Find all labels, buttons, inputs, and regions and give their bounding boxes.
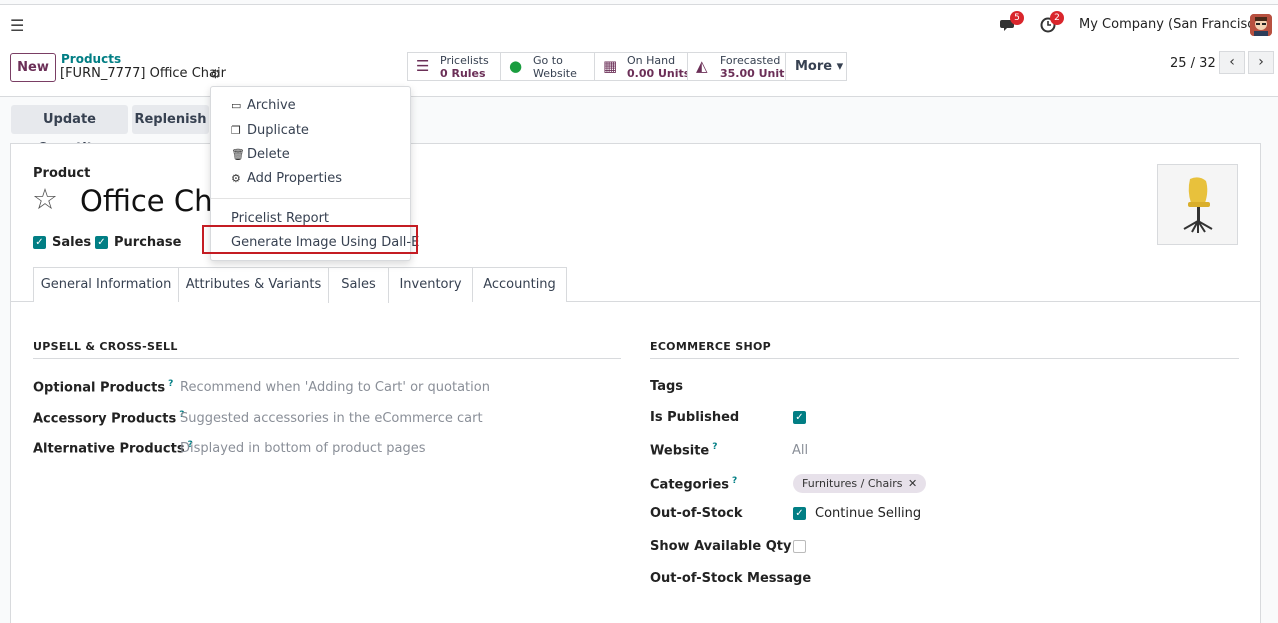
top-navbar: ☰ 5 2 My Company (San Francisco) <box>0 4 1278 44</box>
copy-icon: ❐ <box>231 124 241 137</box>
tab-sales[interactable]: Sales <box>328 267 389 303</box>
optional-products-input[interactable]: Recommend when 'Adding to Cart' or quota… <box>180 380 490 395</box>
update-quantity-button[interactable]: Update Quantity <box>11 105 128 156</box>
show-available-qty-checkbox[interactable] <box>793 540 806 553</box>
new-button[interactable]: New <box>10 53 56 82</box>
continue-selling-checkbox[interactable]: ✓ <box>793 507 806 520</box>
smart-button-label: Forecasted <box>720 54 781 67</box>
pager-next-button[interactable]: › <box>1248 51 1274 74</box>
tab-accounting[interactable]: Accounting <box>472 267 567 302</box>
accessory-products-label: Accessory Products? <box>33 410 185 427</box>
smart-button-label: On Hand <box>627 54 676 67</box>
user-avatar[interactable] <box>1250 14 1272 36</box>
smart-button-label: Pricelists <box>440 54 489 67</box>
menu-item-delete[interactable]: 🗑 Delete <box>231 147 290 162</box>
smart-button-label-2: Website <box>533 67 577 80</box>
product-label: Product <box>33 166 91 181</box>
list-icon: ☰ <box>416 57 430 75</box>
categories-label: Categories? <box>650 476 738 493</box>
favorite-star-icon[interactable]: ☆ <box>32 185 58 214</box>
purchase-checkbox-label: Purchase <box>114 235 182 250</box>
menu-item-pricelist-report[interactable]: Pricelist Report <box>231 211 329 226</box>
smart-button-pricelists[interactable]: ☰ Pricelists 0 Rules <box>407 52 501 81</box>
website-label: Website? <box>650 442 718 459</box>
sales-checkbox[interactable]: ✓ <box>33 236 46 249</box>
menu-item-duplicate[interactable]: ❐ Duplicate <box>231 123 309 138</box>
tab-inventory[interactable]: Inventory <box>388 267 473 302</box>
remove-tag-icon[interactable]: ✕ <box>908 477 917 490</box>
globe-icon: ● <box>509 57 523 75</box>
accessory-products-input[interactable]: Suggested accessories in the eCommerce c… <box>180 411 483 426</box>
archive-icon: ▭ <box>231 99 242 112</box>
more-dropdown-button[interactable]: More ▾ <box>785 52 847 81</box>
smart-button-value: 35.00 Units <box>720 67 791 80</box>
smart-button-label: Go to <box>533 54 563 67</box>
out-of-stock-message-label: Out-of-Stock Message <box>650 571 812 586</box>
smart-button-on-hand[interactable]: ▦ On Hand 0.00 Units <box>594 52 691 81</box>
ecommerce-section-title: ECOMMERCE SHOP <box>650 340 1239 359</box>
show-available-qty-label: Show Available Qty <box>650 539 792 554</box>
optional-products-label: Optional Products? <box>33 379 174 396</box>
menu-item-add-properties[interactable]: ⚙ Add Properties <box>231 171 342 186</box>
pager-previous-button[interactable]: ‹ <box>1219 51 1245 74</box>
menu-divider <box>211 198 410 199</box>
gear-icon[interactable]: ⚙ <box>210 67 221 81</box>
chat-icon[interactable]: 5 <box>1000 11 1024 33</box>
highlight-annotation-box <box>202 225 418 254</box>
continue-selling-label: Continue Selling <box>815 506 922 521</box>
control-panel: New Products [FURN_7777] Office Chair ⚙ … <box>0 44 1278 97</box>
category-tag: Furnitures / Chairs ✕ <box>793 474 927 493</box>
upsell-section-title: UPSELL & CROSS-SELL <box>33 340 621 359</box>
activity-badge: 2 <box>1050 11 1064 25</box>
area-chart-icon: ◭ <box>696 57 708 75</box>
company-switcher[interactable]: My Company (San Francisco) <box>1079 17 1267 32</box>
tags-label: Tags <box>650 379 684 394</box>
breadcrumb-products-link[interactable]: Products <box>61 52 121 66</box>
website-field[interactable]: All <box>792 443 808 458</box>
trash-icon: 🗑 <box>231 148 245 161</box>
pager-value[interactable]: 25 / 32 <box>1170 56 1216 71</box>
menu-item-archive[interactable]: ▭ Archive <box>231 98 296 113</box>
sales-checkbox-label: Sales <box>52 235 92 250</box>
smart-button-value: 0.00 Units <box>627 67 691 80</box>
cubes-icon: ▦ <box>603 57 618 75</box>
alternative-products-label: Alternative Products? <box>33 440 193 457</box>
apps-menu-icon[interactable]: ☰ <box>10 16 24 35</box>
smart-button-value: 0 Rules <box>440 67 486 80</box>
tab-general-information[interactable]: General Information <box>33 267 179 302</box>
out-of-stock-label: Out-of-Stock <box>650 506 743 521</box>
replenish-button[interactable]: Replenish <box>132 105 209 134</box>
smart-button-go-to-website[interactable]: ● Go to Website <box>500 52 595 81</box>
chat-badge: 5 <box>1010 11 1024 25</box>
breadcrumb-current-record: [FURN_7777] Office Chair <box>60 66 226 81</box>
smart-button-forecasted[interactable]: ◭ Forecasted 35.00 Units <box>687 52 791 81</box>
is-published-label: Is Published <box>650 410 740 425</box>
activity-clock-icon[interactable]: 2 <box>1040 11 1064 33</box>
cogs-icon: ⚙ <box>231 172 241 185</box>
product-image[interactable] <box>1157 164 1238 245</box>
is-published-checkbox[interactable]: ✓ <box>793 411 806 424</box>
alternative-products-input[interactable]: Displayed in bottom of product pages <box>180 441 425 456</box>
tab-attributes-variants[interactable]: Attributes & Variants <box>178 267 329 302</box>
purchase-checkbox[interactable]: ✓ <box>95 236 108 249</box>
